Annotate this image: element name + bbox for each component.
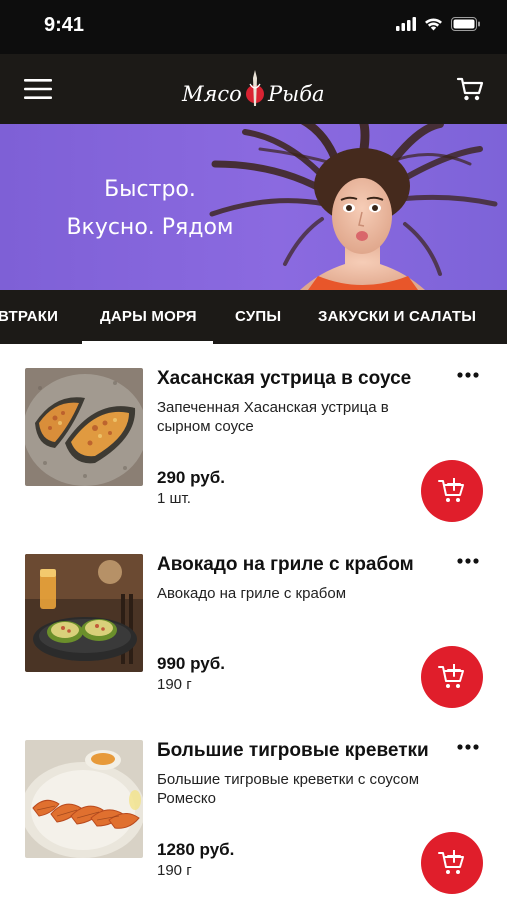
product-name[interactable]: Авокадо на гриле с крабом — [157, 554, 414, 576]
product-image-shrimp — [25, 740, 143, 858]
more-options-icon[interactable] — [456, 556, 480, 566]
product-price: 290 руб. — [157, 468, 225, 487]
signal-icon — [396, 17, 416, 31]
tab-breakfasts[interactable]: ВТРАКИ — [0, 290, 58, 344]
product-name[interactable]: Хасанская устрица в соусе — [157, 368, 411, 390]
product-quantity: 190 г — [157, 676, 192, 693]
product-card[interactable]: Авокадо на гриле с крабом Авокадо на гри… — [0, 530, 507, 716]
product-name[interactable]: Большие тигровые креветки — [157, 740, 429, 762]
product-description: Авокадо на гриле с крабом — [157, 585, 347, 602]
more-options-icon[interactable] — [456, 370, 480, 380]
product-description: Запеченная Хасанская устрица в сырном со… — [157, 399, 389, 435]
app-header: Мясо Рыба — [0, 54, 507, 124]
add-to-cart-button[interactable] — [421, 646, 483, 708]
add-to-cart-button[interactable] — [421, 460, 483, 522]
status-time: 9:41 — [44, 14, 85, 36]
wifi-icon — [425, 18, 442, 31]
tab-soups[interactable]: СУПЫ — [235, 290, 281, 344]
status-bar: 9:41 — [0, 0, 507, 54]
tab-snacks-salads[interactable]: ЗАКУСКИ И САЛАТЫ — [318, 290, 476, 344]
brand-logo: Мясо Рыба — [180, 66, 330, 114]
battery-icon — [451, 17, 480, 31]
product-quantity: 190 г — [157, 862, 192, 879]
product-image-avocado — [25, 554, 143, 672]
product-price: 1280 руб. — [157, 840, 235, 859]
tab-seafood[interactable]: ДАРЫ МОРЯ — [100, 290, 197, 344]
logo-text-right: Рыба — [267, 82, 325, 106]
cart-plus-icon — [438, 850, 464, 874]
product-card[interactable]: Большие тигровые креветки Большие тигров… — [0, 716, 507, 902]
cart-plus-icon — [438, 478, 464, 502]
promo-banner[interactable]: Быстро. Вкусно. Рядом — [0, 124, 507, 290]
product-card[interactable]: Хасанская устрица в соусе Запеченная Хас… — [0, 344, 507, 530]
hamburger-menu-icon[interactable] — [24, 78, 52, 100]
product-quantity: 1 шт. — [157, 490, 191, 507]
add-to-cart-button[interactable] — [421, 832, 483, 894]
product-description: Большие тигровые креветки с соусом Ромес… — [157, 771, 420, 807]
status-icons — [396, 17, 481, 31]
logo-text-left: Мясо — [181, 82, 242, 106]
banner-woman-image — [209, 124, 498, 290]
category-tabs: ВТРАКИ ДАРЫ МОРЯ СУПЫ ЗАКУСКИ И САЛАТЫ — [0, 290, 507, 344]
cart-icon[interactable] — [455, 74, 485, 104]
cart-plus-icon — [438, 664, 464, 688]
product-image-oyster — [25, 368, 143, 486]
more-options-icon[interactable] — [456, 742, 480, 752]
product-price: 990 руб. — [157, 654, 225, 673]
